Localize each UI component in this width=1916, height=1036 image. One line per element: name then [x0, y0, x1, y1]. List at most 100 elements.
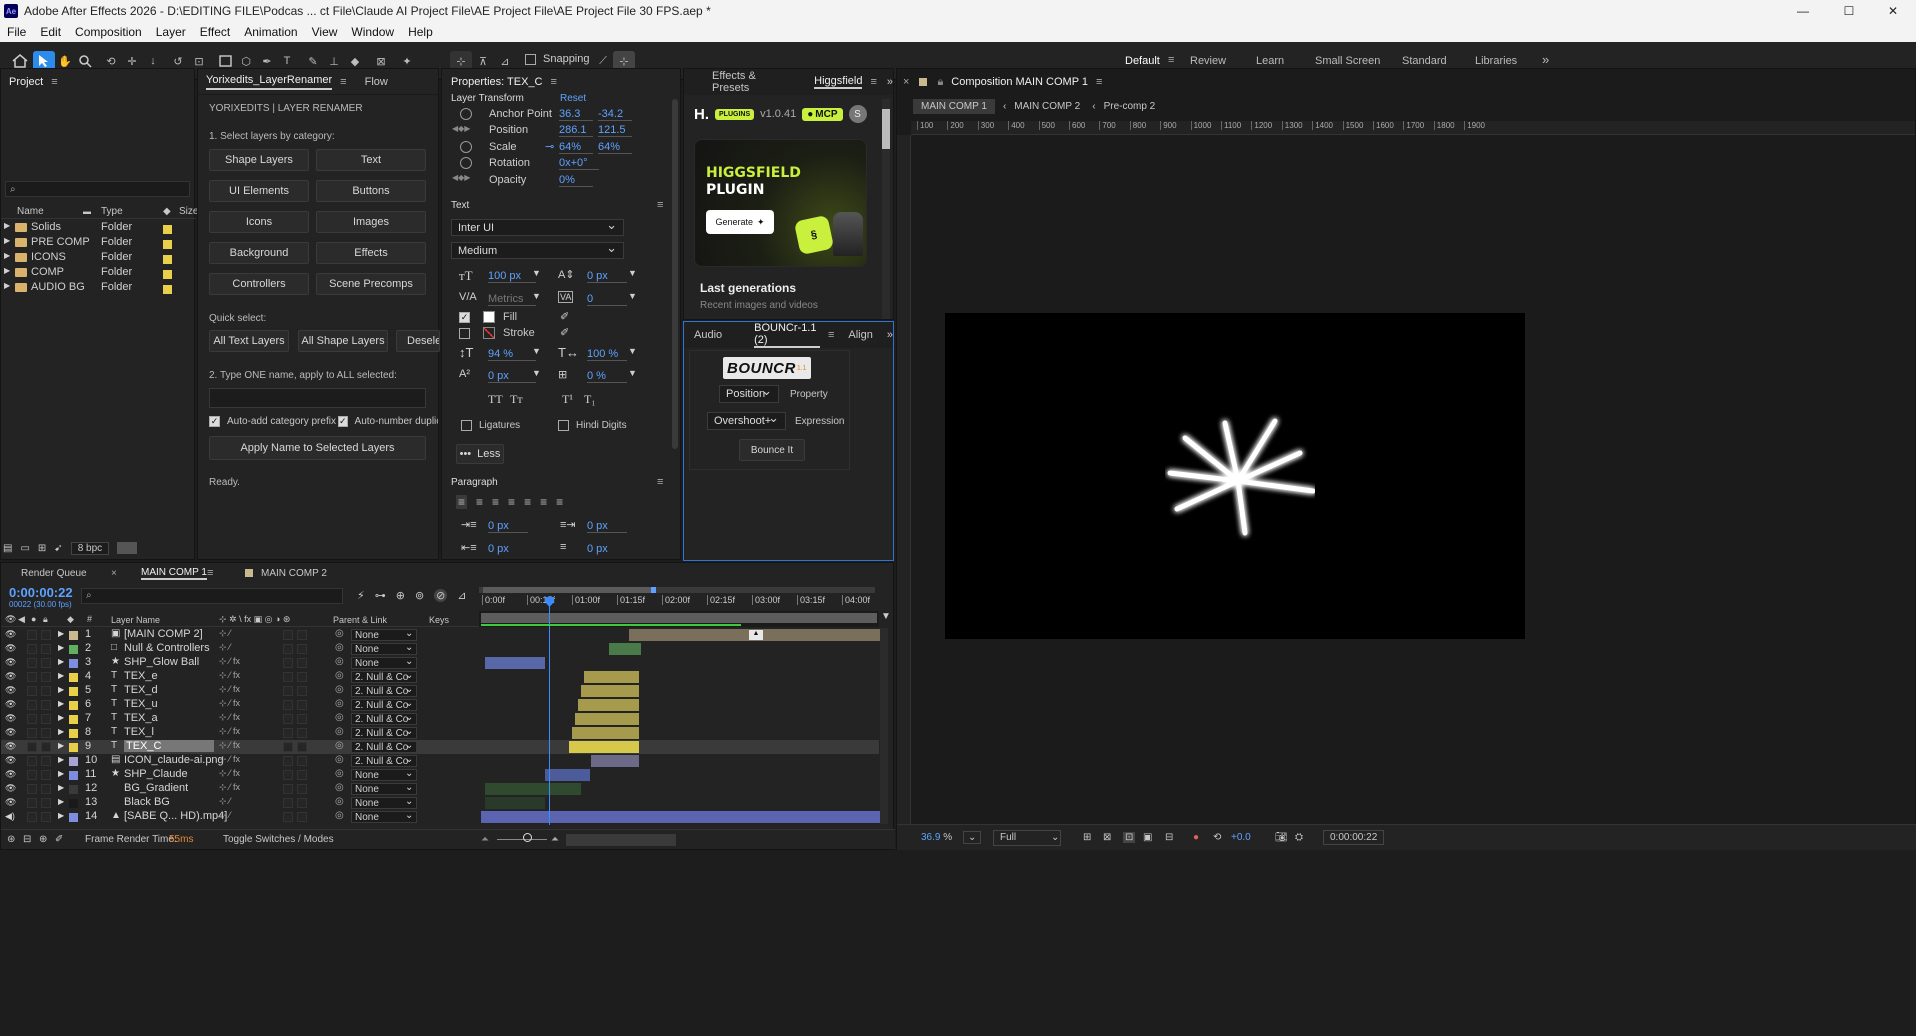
layer-duration-bar[interactable] [485, 797, 545, 809]
layer-switches-icon[interactable]: ⊹ ⁄ fx [219, 740, 240, 751]
timeline-layer-row[interactable]: 👁︎ ▶ 13 Black BG ⊹ ⁄ ◎ None ⌄ [1, 796, 879, 810]
category-controllers-button[interactable]: Controllers [209, 273, 309, 295]
3d-toggle[interactable] [297, 714, 307, 724]
timeline-layer-row[interactable]: ◀) ▶ 14 ▲ [SABE Q... HD).mp4] ⊹ ⁄ ◎ None ⌄ [1, 810, 881, 824]
current-timecode[interactable]: 0:00:00:22 [9, 585, 73, 600]
3d-toggle[interactable] [297, 812, 307, 822]
visibility-eye-icon[interactable]: 👁︎ [5, 700, 16, 709]
layer-duration-bar[interactable] [584, 671, 639, 683]
workspace-review[interactable]: Review [1190, 55, 1226, 67]
solo-toggle[interactable] [27, 728, 37, 738]
solo-toggle[interactable] [27, 686, 37, 696]
dropdown-caret-icon[interactable]: ▼ [628, 346, 637, 356]
layer-name[interactable]: SHP_Glow Ball [124, 656, 199, 668]
layer-name[interactable]: SHP_Claude [124, 768, 188, 780]
column-type[interactable]: Type [101, 206, 123, 217]
baseline-value[interactable]: 0 px [488, 370, 536, 383]
expand-icon[interactable]: ⊕ [39, 834, 47, 845]
visibility-eye-icon[interactable]: 👁︎ [5, 686, 16, 695]
panel-menu-icon[interactable]: ≡ [51, 76, 57, 88]
delete-icon[interactable] [117, 542, 138, 554]
fill-eyedropper-icon[interactable]: ✐ [560, 310, 569, 323]
pickwhip-icon[interactable]: ◎ [335, 642, 344, 653]
timeline-layer-row[interactable]: 👁︎ ▶ 1 ▣ [MAIN COMP 2] ⊹ ⁄ ◎ None ⌄ [1, 628, 881, 642]
visibility-eye-icon[interactable]: 👁︎ [5, 742, 16, 751]
timeline-layer-row[interactable]: 👁︎ ▶ 11 ★ SHP_Claude ⊹ ⁄ fx ◎ None ⌄ [1, 768, 879, 782]
bouncr-property-select[interactable]: Position [719, 383, 779, 403]
dropdown-caret-icon[interactable]: ▼ [532, 268, 541, 278]
label-swatch[interactable] [69, 729, 78, 738]
timeline-layer-row[interactable]: 👁︎ ▶ 12 BG_Gradient ⊹ ⁄ fx ◎ None ⌄ [1, 782, 879, 796]
solo-toggle[interactable] [27, 644, 37, 654]
layer-name[interactable]: Black BG [124, 796, 170, 808]
adjustment-toggle[interactable] [283, 798, 293, 808]
layer-switches-icon[interactable]: ⊹ ⁄ fx [219, 754, 240, 765]
stroke-checkbox[interactable] [459, 327, 470, 339]
all-caps-icon[interactable]: TT [488, 392, 503, 407]
visibility-eye-icon[interactable]: 👁︎ [5, 770, 16, 779]
audio-tab[interactable]: Audio [694, 329, 722, 341]
label-swatch[interactable] [69, 743, 78, 752]
label-swatch[interactable] [69, 799, 78, 808]
deselect-button[interactable]: Deselect [396, 330, 440, 352]
layer-switches-icon[interactable]: ⊹ ⁄ fx [219, 684, 240, 695]
align-right-icon[interactable]: ≡ [492, 495, 499, 509]
adjustment-toggle[interactable] [283, 630, 293, 640]
graph-editor-icon[interactable]: ⊘ [434, 589, 448, 602]
exposure-value[interactable]: +0.0 [1231, 832, 1251, 843]
text-menu-icon[interactable]: ≡ [657, 199, 663, 211]
layer-switches-icon[interactable]: ⊹ ⁄ fx [219, 670, 240, 681]
expand-arrow-icon[interactable]: ▶ [58, 657, 64, 666]
lock-toggle[interactable] [41, 644, 51, 654]
3d-toggle[interactable] [297, 686, 307, 696]
dropdown-caret-icon[interactable]: ▼ [628, 268, 637, 278]
render-icon[interactable]: ➹ [54, 543, 62, 554]
subscript-icon[interactable]: T₁ [584, 392, 596, 407]
timeline-layer-row[interactable]: 👁︎ ▶ 6 T TEX_u ⊹ ⁄ fx ◎ 2. Null & Co ⌄ [1, 698, 879, 712]
3d-toggle[interactable] [297, 644, 307, 654]
adjustment-toggle[interactable] [283, 686, 293, 696]
time-ruler[interactable]: 0:00f 00:15f 01:00f 01:15f 02:00f 02:15f 03:00… [479, 585, 879, 627]
3d-toggle[interactable] [297, 672, 307, 682]
timeline-scrollbar[interactable] [566, 834, 676, 846]
visibility-eye-icon[interactable]: 👁︎ [5, 630, 16, 639]
justify-center-icon[interactable]: ≡ [524, 495, 531, 509]
label-swatch[interactable] [69, 813, 78, 822]
label-column-icon[interactable]: ◆ [163, 206, 171, 217]
expand-arrow-icon[interactable]: ▶ [58, 783, 64, 792]
visibility-eye-icon[interactable]: ◀) [5, 812, 16, 821]
pickwhip-icon[interactable]: ◎ [335, 740, 344, 751]
layer-switches-icon[interactable]: ⊹ ⁄ [219, 628, 231, 639]
label-swatch[interactable] [69, 687, 78, 696]
menu-layer[interactable]: Layer [149, 25, 193, 39]
ligatures-checkbox[interactable] [461, 420, 472, 431]
layer-duration-bar[interactable] [481, 811, 881, 823]
close-button[interactable]: ✕ [1870, 0, 1916, 22]
timeline-vertical-scrollbar[interactable] [880, 628, 888, 824]
label-swatch[interactable] [69, 645, 78, 654]
render-queue-tab[interactable]: Render Queue [21, 568, 87, 579]
flow-tab[interactable]: Flow [365, 76, 388, 88]
playhead[interactable] [549, 597, 550, 825]
expand-arrow-icon[interactable]: ▶ [58, 727, 64, 736]
space-after-value[interactable]: 0 px [587, 543, 608, 555]
menu-composition[interactable]: Composition [68, 25, 149, 39]
justify-all-icon[interactable]: ≡ [556, 495, 563, 509]
timeline-layer-row[interactable]: 👁︎ ▶ 2 □ Null & Controllers ⊹ ⁄ ◎ None ⌄ [1, 642, 879, 656]
pickwhip-icon[interactable]: ◎ [335, 810, 344, 821]
label-swatch[interactable] [69, 715, 78, 724]
timeline-layer-row[interactable]: 👁︎ ▶ 5 T TEX_d ⊹ ⁄ fx ◎ 2. Null & Co ⌄ [1, 684, 879, 698]
visibility-eye-icon[interactable]: 👁︎ [5, 756, 16, 765]
hindi-digits-checkbox[interactable] [558, 420, 569, 431]
label-swatch[interactable] [163, 240, 172, 249]
pickwhip-icon[interactable]: ◎ [335, 656, 344, 667]
expand-arrow-icon[interactable]: ▶ [58, 629, 64, 638]
solo-toggle[interactable] [27, 742, 37, 752]
label-swatch[interactable] [69, 673, 78, 682]
paragraph-menu-icon[interactable]: ≡ [657, 476, 663, 488]
layer-name[interactable]: TEX_e [124, 670, 158, 682]
auto-prefix-checkbox[interactable]: ✓ [209, 416, 220, 427]
lock-toggle[interactable] [41, 812, 51, 822]
timeline-layer-row[interactable]: 👁︎ ▶ 4 T TEX_e ⊹ ⁄ fx ◎ 2. Null & Co ⌄ [1, 670, 879, 684]
expand-arrow-icon[interactable]: ▶ [4, 251, 10, 260]
